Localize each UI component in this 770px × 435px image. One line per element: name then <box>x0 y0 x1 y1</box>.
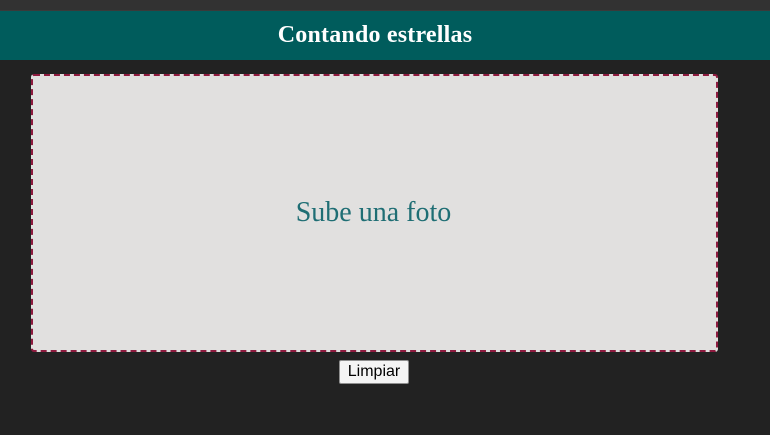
clear-button[interactable]: Limpiar <box>339 360 409 384</box>
page-title: Contando estrellas <box>277 22 473 48</box>
app-header: Contando estrellas <box>0 11 770 60</box>
photo-upload-dropzone[interactable]: Sube una foto <box>31 74 718 352</box>
browser-top-strip <box>0 0 770 11</box>
upload-prompt-label: Sube una foto <box>295 197 452 228</box>
